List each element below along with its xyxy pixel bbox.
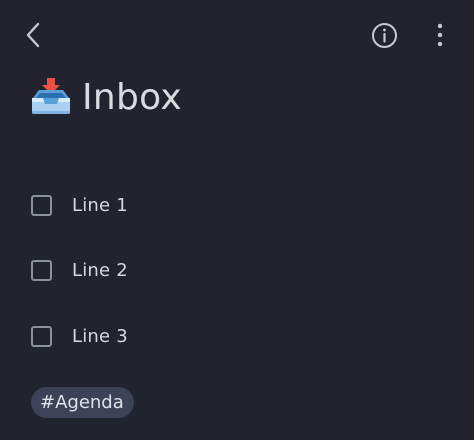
- inbox-tray-icon: [30, 75, 72, 119]
- page-title: Inbox: [82, 76, 183, 118]
- task-checkbox[interactable]: [31, 259, 52, 281]
- task-item[interactable]: Line 2: [31, 255, 128, 285]
- tag-label: #Agenda: [40, 392, 124, 413]
- task-label: Line 1: [72, 194, 128, 216]
- task-checkbox[interactable]: [31, 325, 52, 347]
- task-label: Line 3: [72, 325, 128, 347]
- top-app-bar: [0, 0, 474, 70]
- more-options-button[interactable]: [426, 18, 454, 52]
- info-button[interactable]: [369, 20, 399, 50]
- info-circle-icon: [371, 22, 397, 48]
- task-item[interactable]: Line 3: [31, 321, 128, 351]
- tag-chip-agenda[interactable]: #Agenda: [31, 387, 134, 418]
- task-item[interactable]: Line 1: [31, 190, 128, 220]
- page-header: Inbox: [30, 72, 182, 122]
- back-button[interactable]: [18, 18, 48, 52]
- more-vertical-icon: [437, 23, 443, 47]
- task-label: Line 2: [72, 259, 128, 281]
- task-checkbox[interactable]: [31, 194, 52, 216]
- chevron-left-icon: [26, 22, 40, 48]
